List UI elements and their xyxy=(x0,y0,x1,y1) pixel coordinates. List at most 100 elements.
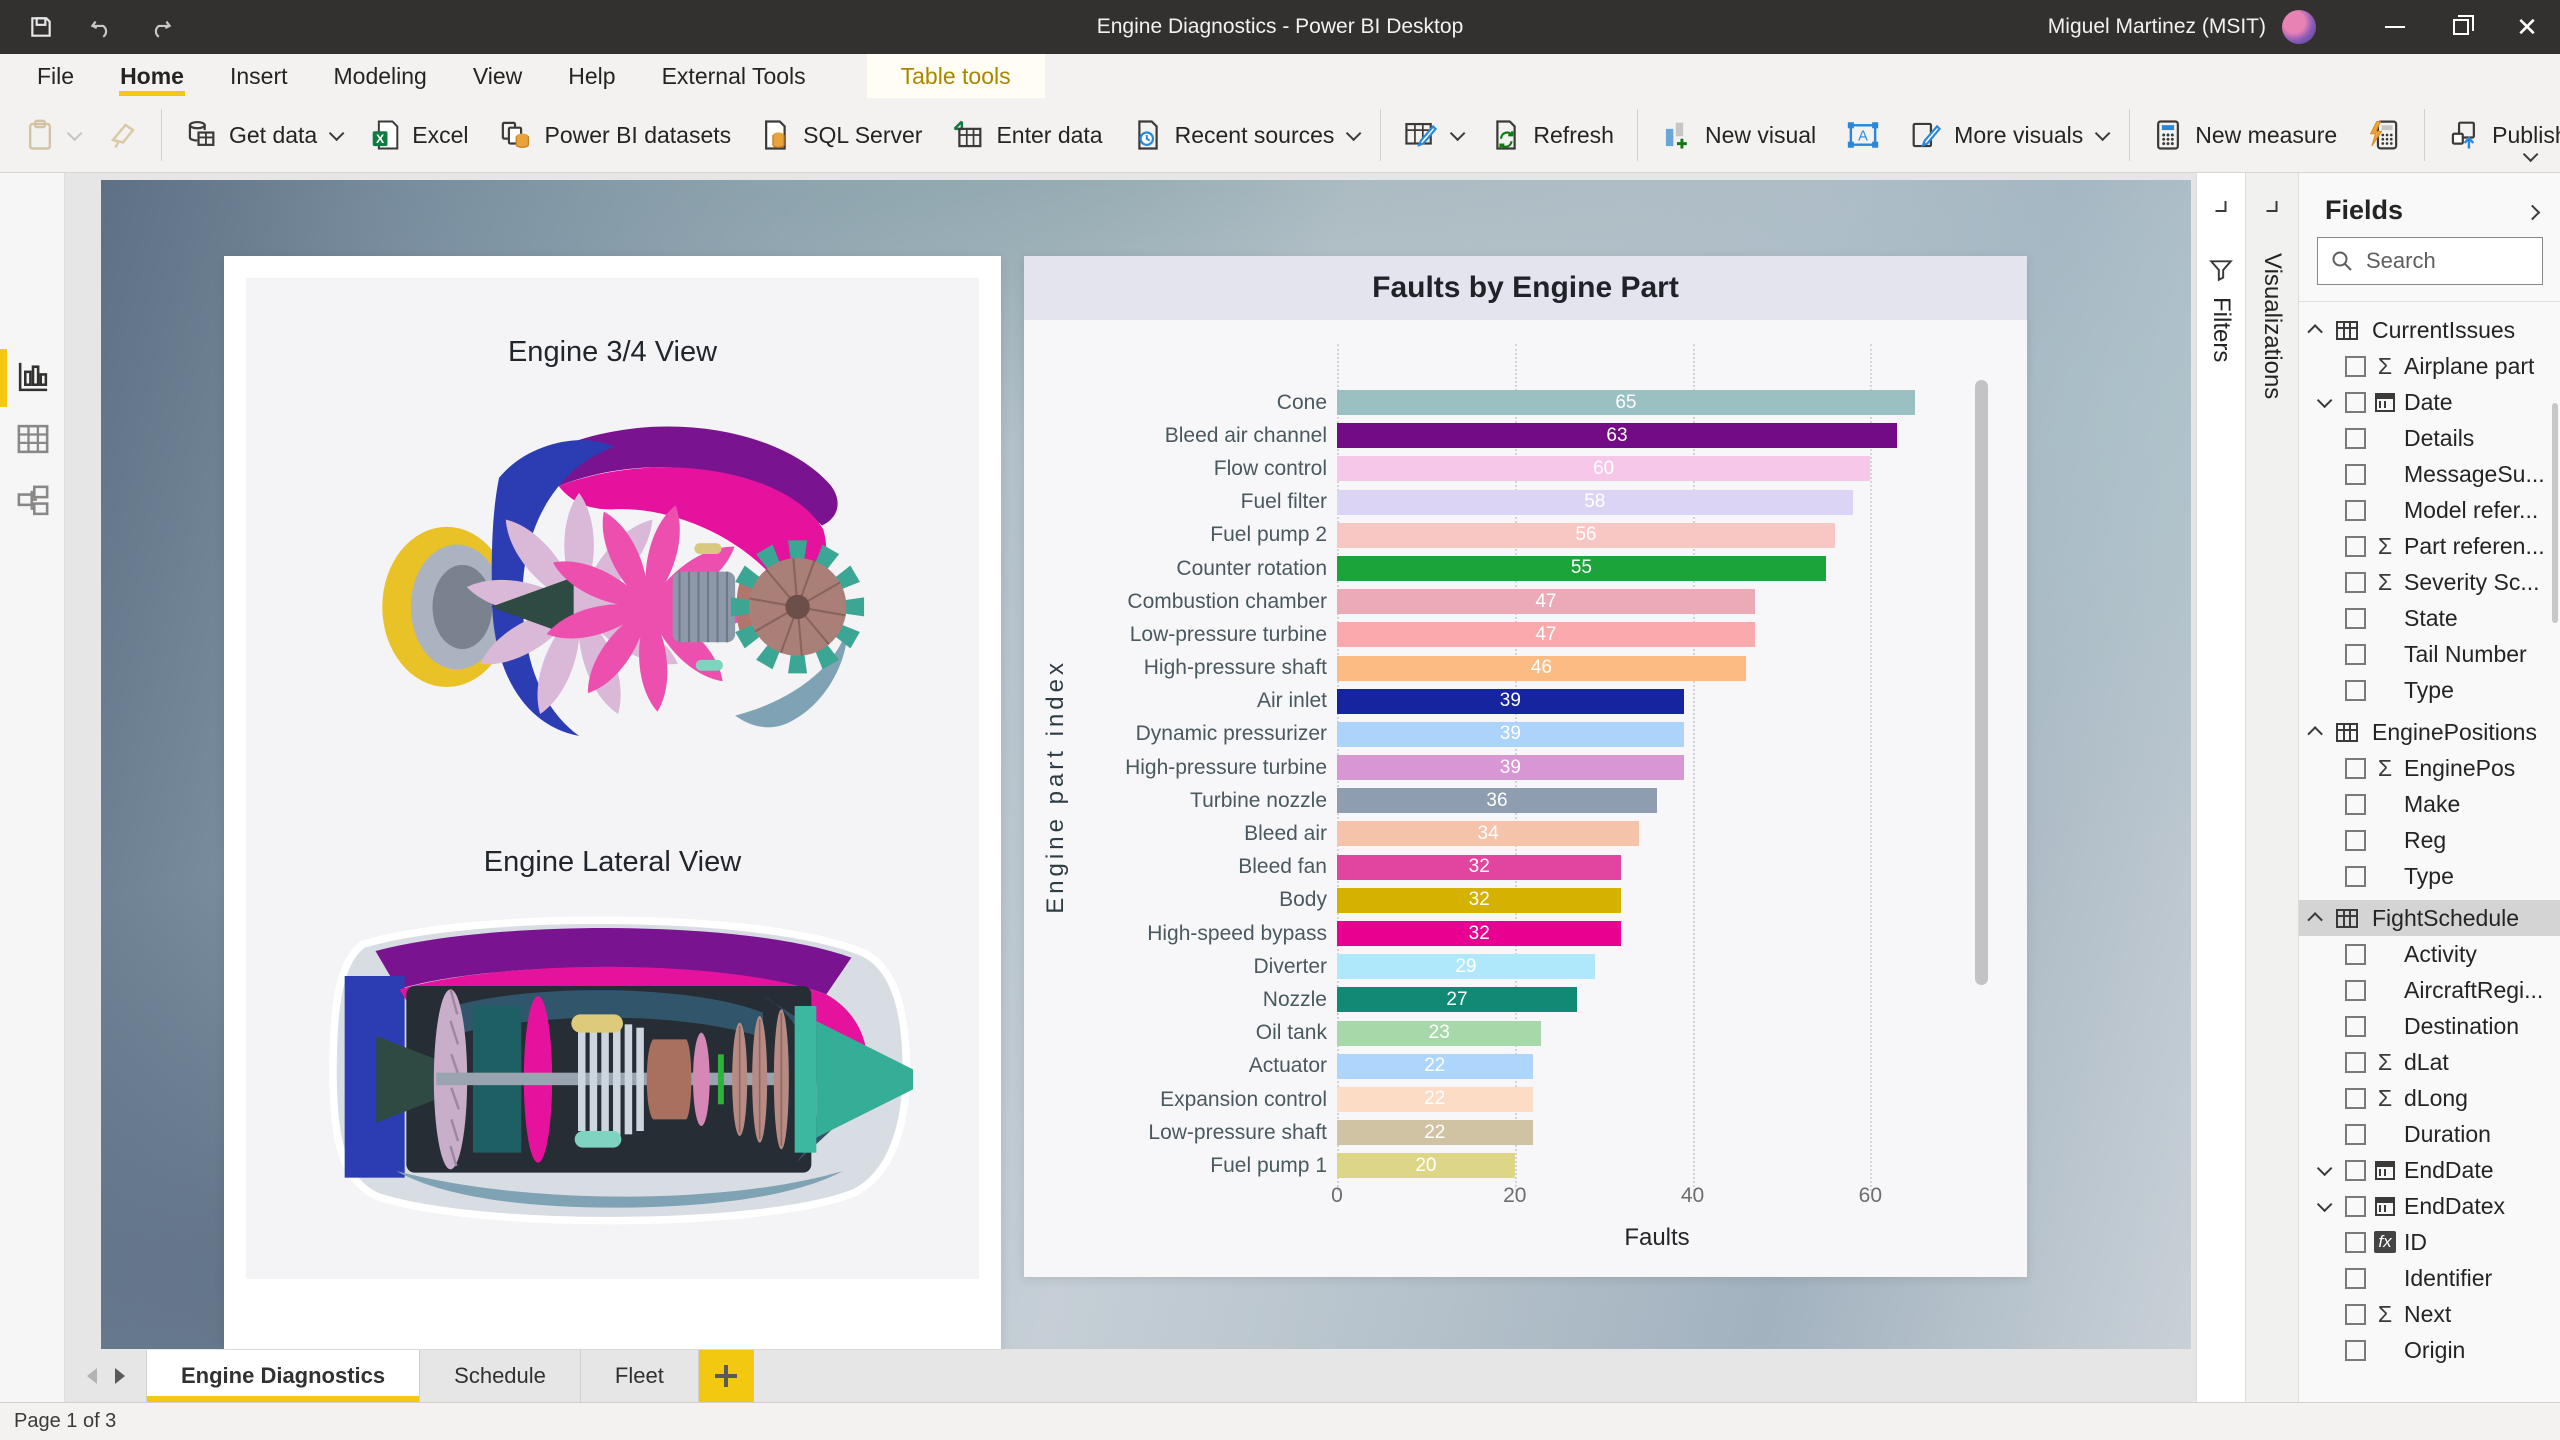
chart-bar-row[interactable]: High-pressure turbine39 xyxy=(1024,751,1977,784)
collapse-fields-icon[interactable] xyxy=(2525,205,2541,221)
chart-bar-row[interactable]: Combustion chamber47 xyxy=(1024,585,1977,618)
fields-field-row[interactable]: ΣPart referen... xyxy=(2299,528,2560,564)
fields-field-row[interactable]: Date xyxy=(2299,384,2560,420)
field-checkbox[interactable] xyxy=(2345,758,2366,779)
field-checkbox[interactable] xyxy=(2345,830,2366,851)
fields-field-row[interactable]: Origin xyxy=(2299,1332,2560,1368)
menu-view[interactable]: View xyxy=(450,54,545,98)
visualizations-panel-collapsed[interactable]: Visualizations xyxy=(2245,173,2299,1402)
fields-scrollbar[interactable] xyxy=(2552,403,2558,623)
fields-search[interactable] xyxy=(2317,237,2543,285)
chart-bar-row[interactable]: Cone65 xyxy=(1024,386,1977,419)
more-visuals-button[interactable]: More visuals xyxy=(1895,106,2121,164)
field-checkbox[interactable] xyxy=(2345,356,2366,377)
collapse-table-icon[interactable] xyxy=(2307,324,2323,340)
field-checkbox[interactable] xyxy=(2345,464,2366,485)
chart-bar-row[interactable]: Oil tank23 xyxy=(1024,1017,1977,1050)
fields-field-row[interactable]: Identifier xyxy=(2299,1260,2560,1296)
model-view-icon[interactable] xyxy=(15,483,51,519)
faults-bar-chart-visual[interactable]: Faults by Engine Part Engine part index … xyxy=(1024,256,2027,1277)
fields-field-row[interactable]: Duration xyxy=(2299,1116,2560,1152)
chart-bar-row[interactable]: Bleed air34 xyxy=(1024,817,1977,850)
chart-bar-row[interactable]: Actuator22 xyxy=(1024,1050,1977,1083)
close-button[interactable]: ✕ xyxy=(2494,0,2560,54)
fields-field-row[interactable]: Model refer... xyxy=(2299,492,2560,528)
field-checkbox[interactable] xyxy=(2345,536,2366,557)
next-page-icon[interactable] xyxy=(115,1368,125,1384)
paste-button[interactable] xyxy=(10,106,93,164)
chart-bar-row[interactable]: High-pressure shaft46 xyxy=(1024,652,1977,685)
field-checkbox[interactable] xyxy=(2345,1124,2366,1145)
field-checkbox[interactable] xyxy=(2345,1304,2366,1325)
new-measure-button[interactable]: New measure xyxy=(2138,106,2352,164)
field-checkbox[interactable] xyxy=(2345,1160,2366,1181)
fields-field-row[interactable]: ΣAirplane part xyxy=(2299,348,2560,384)
prev-page-icon[interactable] xyxy=(87,1368,97,1384)
minimize-button[interactable] xyxy=(2362,0,2428,54)
chart-scrollbar[interactable] xyxy=(1975,380,1988,985)
field-checkbox[interactable] xyxy=(2345,1340,2366,1361)
search-input[interactable] xyxy=(2366,248,2516,274)
restore-button[interactable] xyxy=(2428,0,2494,54)
page-tab-schedule[interactable]: Schedule xyxy=(420,1350,581,1402)
page-tab-engine-diagnostics[interactable]: Engine Diagnostics xyxy=(146,1350,420,1402)
chart-bar-row[interactable]: Fuel pump 256 xyxy=(1024,519,1977,552)
chart-bar-row[interactable]: Nozzle27 xyxy=(1024,983,1977,1016)
expand-hierarchy-icon[interactable] xyxy=(2317,1196,2333,1212)
recent-sources-button[interactable]: Recent sources xyxy=(1118,106,1373,164)
field-checkbox[interactable] xyxy=(2345,1016,2366,1037)
text-box-button[interactable]: A xyxy=(1831,106,1895,164)
chart-bar-row[interactable]: Bleed fan32 xyxy=(1024,851,1977,884)
collapse-table-icon[interactable] xyxy=(2307,726,2323,742)
field-checkbox[interactable] xyxy=(2345,866,2366,887)
data-view-icon[interactable] xyxy=(15,421,51,457)
field-checkbox[interactable] xyxy=(2345,392,2366,413)
fields-field-row[interactable]: Activity xyxy=(2299,936,2560,972)
fields-field-row[interactable]: Destination xyxy=(2299,1008,2560,1044)
chart-bar-row[interactable]: Low-pressure turbine47 xyxy=(1024,618,1977,651)
field-checkbox[interactable] xyxy=(2345,980,2366,1001)
field-checkbox[interactable] xyxy=(2345,644,2366,665)
field-checkbox[interactable] xyxy=(2345,1232,2366,1253)
expand-hierarchy-icon[interactable] xyxy=(2317,392,2333,408)
field-checkbox[interactable] xyxy=(2345,1052,2366,1073)
excel-button[interactable]: X Excel xyxy=(355,106,483,164)
chart-bar-row[interactable]: Bleed air channel63 xyxy=(1024,419,1977,452)
chart-bar-row[interactable]: Fuel filter58 xyxy=(1024,486,1977,519)
chart-bar-row[interactable]: Low-pressure shaft22 xyxy=(1024,1116,1977,1149)
menu-help[interactable]: Help xyxy=(545,54,638,98)
fields-table-row[interactable]: EnginePositions xyxy=(2299,714,2560,750)
fields-field-row[interactable]: State xyxy=(2299,600,2560,636)
signed-in-user[interactable]: Miguel Martinez (MSIT) xyxy=(2048,15,2266,39)
chart-bar-row[interactable]: Body32 xyxy=(1024,884,1977,917)
chart-bar-row[interactable]: Dynamic pressurizer39 xyxy=(1024,718,1977,751)
report-page-background[interactable]: Engine 3/4 View xyxy=(101,180,2191,1349)
sql-server-button[interactable]: SQL Server xyxy=(746,106,937,164)
fields-field-row[interactable]: ΣdLat xyxy=(2299,1044,2560,1080)
chart-bar-row[interactable]: Turbine nozzle36 xyxy=(1024,784,1977,817)
fields-field-row[interactable]: AircraftRegi... xyxy=(2299,972,2560,1008)
chart-bar-row[interactable]: Counter rotation55 xyxy=(1024,552,1977,585)
field-checkbox[interactable] xyxy=(2345,500,2366,521)
undo-icon[interactable] xyxy=(86,12,116,42)
fields-field-row[interactable]: Reg xyxy=(2299,822,2560,858)
fields-field-row[interactable]: ΣEnginePos xyxy=(2299,750,2560,786)
get-data-button[interactable]: Get data xyxy=(170,106,355,164)
field-checkbox[interactable] xyxy=(2345,608,2366,629)
fields-field-row[interactable]: Type xyxy=(2299,858,2560,894)
user-avatar[interactable] xyxy=(2282,10,2316,44)
save-icon[interactable] xyxy=(26,12,56,42)
menu-modeling[interactable]: Modeling xyxy=(311,54,450,98)
report-view-icon[interactable] xyxy=(15,359,51,395)
fields-table-row[interactable]: FightSchedule xyxy=(2299,900,2560,936)
fields-field-row[interactable]: EndDate xyxy=(2299,1152,2560,1188)
new-page-button[interactable] xyxy=(699,1350,754,1402)
publish-button[interactable]: Publish xyxy=(2433,106,2560,164)
field-checkbox[interactable] xyxy=(2345,944,2366,965)
enter-data-button[interactable]: Enter data xyxy=(937,106,1117,164)
field-checkbox[interactable] xyxy=(2345,794,2366,815)
menu-external-tools[interactable]: External Tools xyxy=(639,54,829,98)
fields-field-row[interactable]: EndDatex xyxy=(2299,1188,2560,1224)
transform-data-button[interactable] xyxy=(1389,106,1476,164)
new-visual-button[interactable]: New visual xyxy=(1646,106,1831,164)
